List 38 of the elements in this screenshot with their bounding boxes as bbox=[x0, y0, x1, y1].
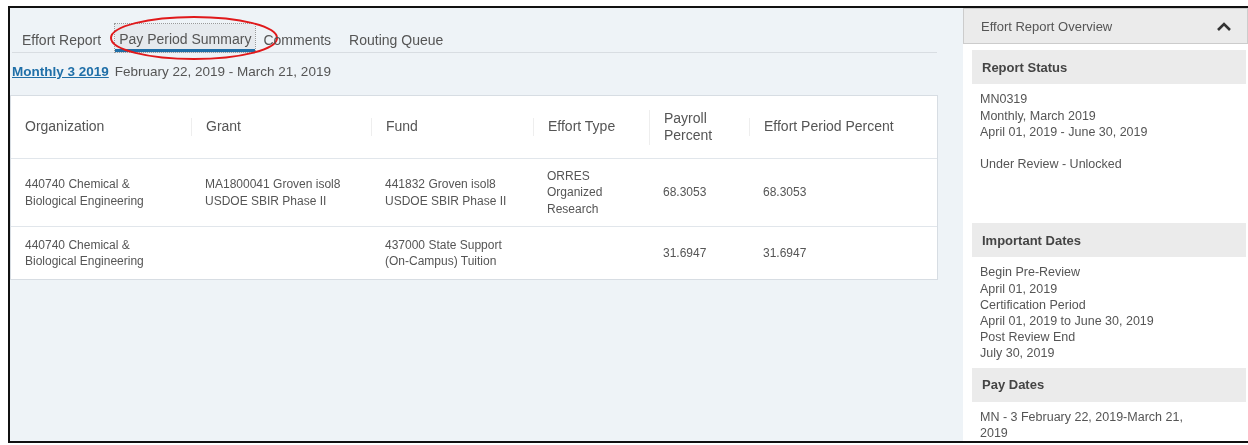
panel-title: Effort Report Overview bbox=[981, 18, 1113, 34]
caret-icon[interactable] bbox=[1217, 21, 1231, 31]
table-cell: ORRES Organized Research bbox=[547, 169, 603, 216]
panel-header[interactable]: Effort Report Overview bbox=[963, 8, 1248, 45]
info-line: MN - 3 February 22, 2019-March 21, 2019 bbox=[980, 408, 1184, 441]
table-cell: 440740 Chemical & Biological Engineering bbox=[25, 237, 144, 268]
info-line: July 30, 2019 bbox=[980, 345, 1056, 362]
info-line: Monthly, March 2019 bbox=[980, 107, 1097, 124]
info-line: Post Review End bbox=[980, 329, 1077, 346]
info-line: Certification Period bbox=[980, 296, 1087, 313]
info-line: April 01, 2019 - June 30, 2019 bbox=[980, 123, 1149, 140]
column-header: Fund bbox=[386, 118, 418, 136]
period-range: February 22, 2019 - March 21, 2019 bbox=[114, 64, 331, 81]
period-link[interactable]: Monthly 3 2019 bbox=[12, 64, 109, 95]
table-cell: 68.3053 bbox=[663, 185, 707, 200]
column-header: Grant bbox=[206, 118, 241, 136]
column-header: Organization bbox=[25, 118, 105, 136]
column-header: Payroll Percent bbox=[664, 109, 714, 145]
info-line: April 01, 2019 bbox=[980, 280, 1059, 297]
info-line: April 01, 2019 to June 30, 2019 bbox=[980, 313, 1155, 330]
table-cell: 31.6947 bbox=[663, 245, 707, 260]
tab[interactable]: Effort Report bbox=[18, 24, 106, 52]
section-title: Report Status bbox=[982, 59, 1068, 75]
section-title: Pay Dates bbox=[982, 377, 1045, 393]
column-header: Effort Type bbox=[548, 118, 616, 136]
table-cell: 437000 State Support (On-Campus) Tuition bbox=[385, 237, 502, 268]
column-header: Effort Period Percent bbox=[764, 118, 894, 136]
info-line: Under Review - Unlocked bbox=[980, 156, 1123, 173]
table-cell: 31.6947 bbox=[763, 245, 807, 260]
table-cell: 440740 Chemical & Biological Engineering bbox=[25, 177, 144, 208]
info-line: MN0319 bbox=[980, 91, 1029, 108]
table-cell: MA1800041 Groven isol8 USDOE SBIR Phase II bbox=[205, 177, 341, 208]
info-line: Begin Pre-Review bbox=[980, 264, 1082, 281]
tab[interactable]: Pay Period Summary bbox=[115, 24, 256, 52]
section-title: Important Dates bbox=[982, 232, 1081, 248]
table-cell: 441832 Groven isol8 USDOE SBIR Phase II bbox=[385, 177, 507, 208]
table-cell: 68.3053 bbox=[763, 185, 807, 200]
tab[interactable]: Routing Queue bbox=[345, 24, 448, 52]
